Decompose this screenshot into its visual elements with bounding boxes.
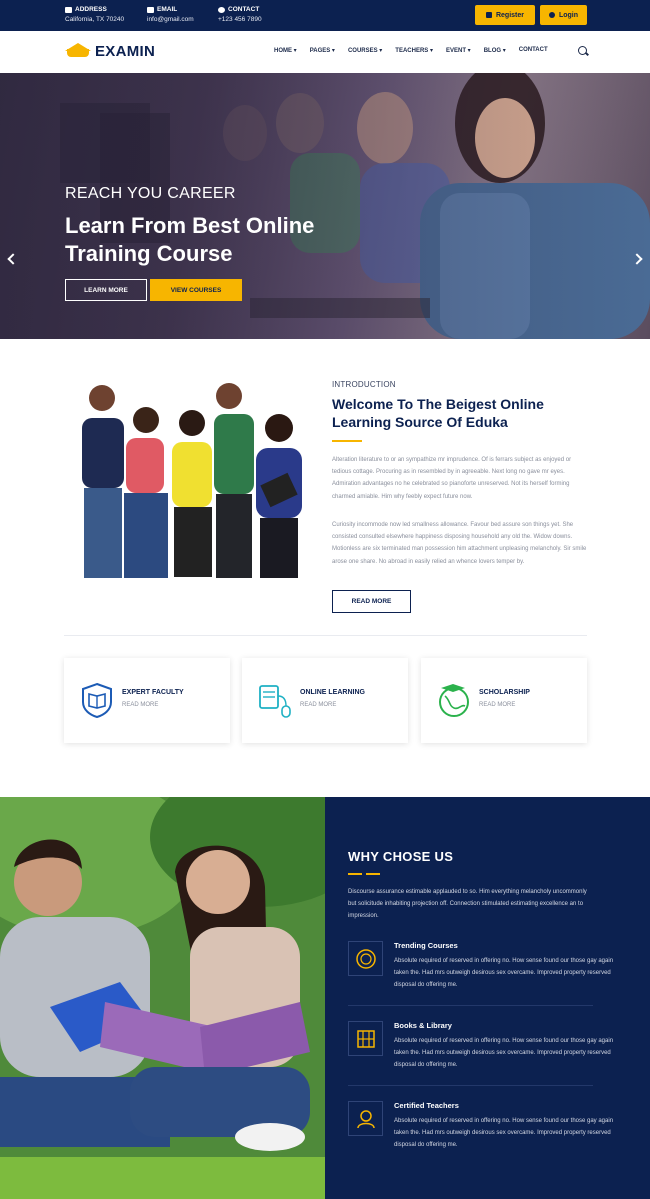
laptop-mouse-icon bbox=[259, 685, 291, 718]
feature-card-expert-faculty[interactable]: EXPERT FACULTY READ MORE bbox=[64, 658, 230, 743]
section-divider bbox=[64, 635, 587, 636]
students-group-image bbox=[82, 383, 302, 578]
title-underline bbox=[348, 873, 362, 875]
login-label: Login bbox=[558, 11, 579, 19]
logo-text: EXAMIN bbox=[95, 42, 156, 60]
map-icon bbox=[65, 7, 72, 13]
graduation-cap-icon bbox=[65, 41, 91, 61]
register-button[interactable]: Register bbox=[475, 5, 535, 25]
intro-label: INTRODUCTION bbox=[332, 380, 396, 389]
email-label: EMAIL bbox=[157, 6, 178, 13]
why-item-title: Certified Teachers bbox=[394, 1101, 459, 1110]
why-title: WHY CHOSE US bbox=[348, 849, 454, 864]
nav-item-label: TEACHERS bbox=[395, 48, 429, 54]
feature-read-more-link[interactable]: READ MORE bbox=[122, 702, 158, 708]
trending-courses-icon bbox=[348, 941, 383, 976]
item-divider bbox=[348, 1085, 593, 1086]
hero-title: Learn From Best Online Training Course bbox=[65, 213, 315, 266]
nav-item-label: PAGES bbox=[309, 48, 331, 54]
feature-title: SCHOLARSHIP bbox=[479, 689, 530, 696]
globe-cap-icon bbox=[439, 684, 469, 717]
why-item-text: Absolute required of reserved in offerin… bbox=[394, 958, 614, 989]
nav-item-home[interactable]: HOME ▾ bbox=[274, 47, 297, 54]
nav-item-label: BLOG bbox=[483, 48, 502, 54]
nav-item-blog[interactable]: BLOG ▾ bbox=[484, 47, 506, 54]
nav-item-courses[interactable]: COURSES ▾ bbox=[348, 47, 382, 54]
nav-menu: HOME ▾ PAGES ▾ COURSES ▾ TEACHERS ▾ EVEN… bbox=[274, 47, 561, 54]
nav-item-label: EVENT bbox=[446, 48, 467, 54]
email-value[interactable]: info@gmail.com bbox=[147, 15, 194, 25]
nav-item-event[interactable]: EVENT ▾ bbox=[446, 47, 471, 54]
intro-title: Welcome To The Beigest Online Learning S… bbox=[332, 396, 544, 430]
why-item-text: Absolute required of reserved in offerin… bbox=[394, 1038, 614, 1069]
register-label: Register bbox=[495, 11, 524, 19]
feature-read-more-link[interactable]: READ MORE bbox=[479, 702, 515, 708]
nav-item-label: HOME bbox=[274, 48, 292, 54]
nav-item-pages[interactable]: PAGES ▾ bbox=[310, 47, 335, 54]
user-icon bbox=[548, 12, 555, 18]
main-nav: EXAMIN HOME ▾ PAGES ▾ COURSES ▾ TEACHERS… bbox=[0, 31, 650, 73]
intro-paragraph-2: Curiosity incommode now led smallness al… bbox=[332, 522, 587, 565]
email-info: EMAIL info@gmail.com bbox=[147, 5, 194, 25]
feature-title: EXPERT FACULTY bbox=[122, 689, 184, 696]
edit-icon bbox=[485, 12, 492, 18]
nav-item-label: CONTACT bbox=[518, 47, 548, 53]
learn-more-button[interactable]: LEARN MORE bbox=[65, 279, 147, 301]
feature-card-online-learning[interactable]: ONLINE LEARNING READ MORE bbox=[242, 658, 408, 743]
nav-item-contact[interactable]: CONTACT bbox=[519, 47, 548, 54]
students-reading-image bbox=[0, 797, 325, 1199]
read-more-button[interactable]: READ MORE bbox=[332, 590, 411, 613]
item-divider bbox=[348, 1005, 593, 1006]
envelope-icon bbox=[147, 7, 154, 13]
why-intro-text: Discourse assurance estimable applauded … bbox=[348, 889, 587, 920]
nav-item-teachers[interactable]: TEACHERS ▾ bbox=[395, 47, 433, 54]
address-value: California, TX 70240 bbox=[65, 16, 125, 23]
feature-card-scholarship[interactable]: SCHOLARSHIP READ MORE bbox=[421, 658, 587, 743]
logo[interactable]: EXAMIN bbox=[65, 41, 155, 61]
feature-title: ONLINE LEARNING bbox=[300, 689, 365, 696]
contact-value[interactable]: +123 456 7890 bbox=[218, 15, 262, 25]
book-shield-icon bbox=[82, 682, 112, 718]
top-bar: ADDRESS California, TX 70240 EMAIL info@… bbox=[0, 0, 650, 31]
hero-slider: REACH YOU CAREER Learn From Best Online … bbox=[0, 73, 650, 339]
view-courses-button[interactable]: VIEW COURSES bbox=[150, 279, 242, 301]
why-item-title: Books & Library bbox=[394, 1021, 452, 1030]
why-item-text: Absolute required of reserved in offerin… bbox=[394, 1118, 614, 1149]
feature-read-more-link[interactable]: READ MORE bbox=[300, 702, 336, 708]
login-button[interactable]: Login bbox=[540, 5, 587, 25]
title-underline bbox=[366, 873, 380, 875]
why-item-title: Trending Courses bbox=[394, 941, 458, 950]
books-library-icon bbox=[348, 1021, 383, 1056]
contact-info: CONTACT +123 456 7890 bbox=[218, 5, 262, 25]
phone-icon bbox=[218, 7, 225, 13]
nav-item-label: COURSES bbox=[347, 48, 378, 54]
title-underline bbox=[332, 440, 362, 442]
address-label: ADDRESS bbox=[75, 6, 107, 13]
hero-subtitle: REACH YOU CAREER bbox=[65, 185, 236, 202]
address-info: ADDRESS California, TX 70240 bbox=[65, 5, 124, 25]
contact-label: CONTACT bbox=[228, 6, 260, 13]
search-icon[interactable] bbox=[578, 46, 587, 55]
why-choose-us-panel: WHY CHOSE US Discourse assurance estimab… bbox=[325, 797, 650, 1199]
teacher-icon bbox=[348, 1101, 383, 1136]
intro-paragraph-1: Alteration literature to or an sympathiz… bbox=[332, 457, 572, 500]
